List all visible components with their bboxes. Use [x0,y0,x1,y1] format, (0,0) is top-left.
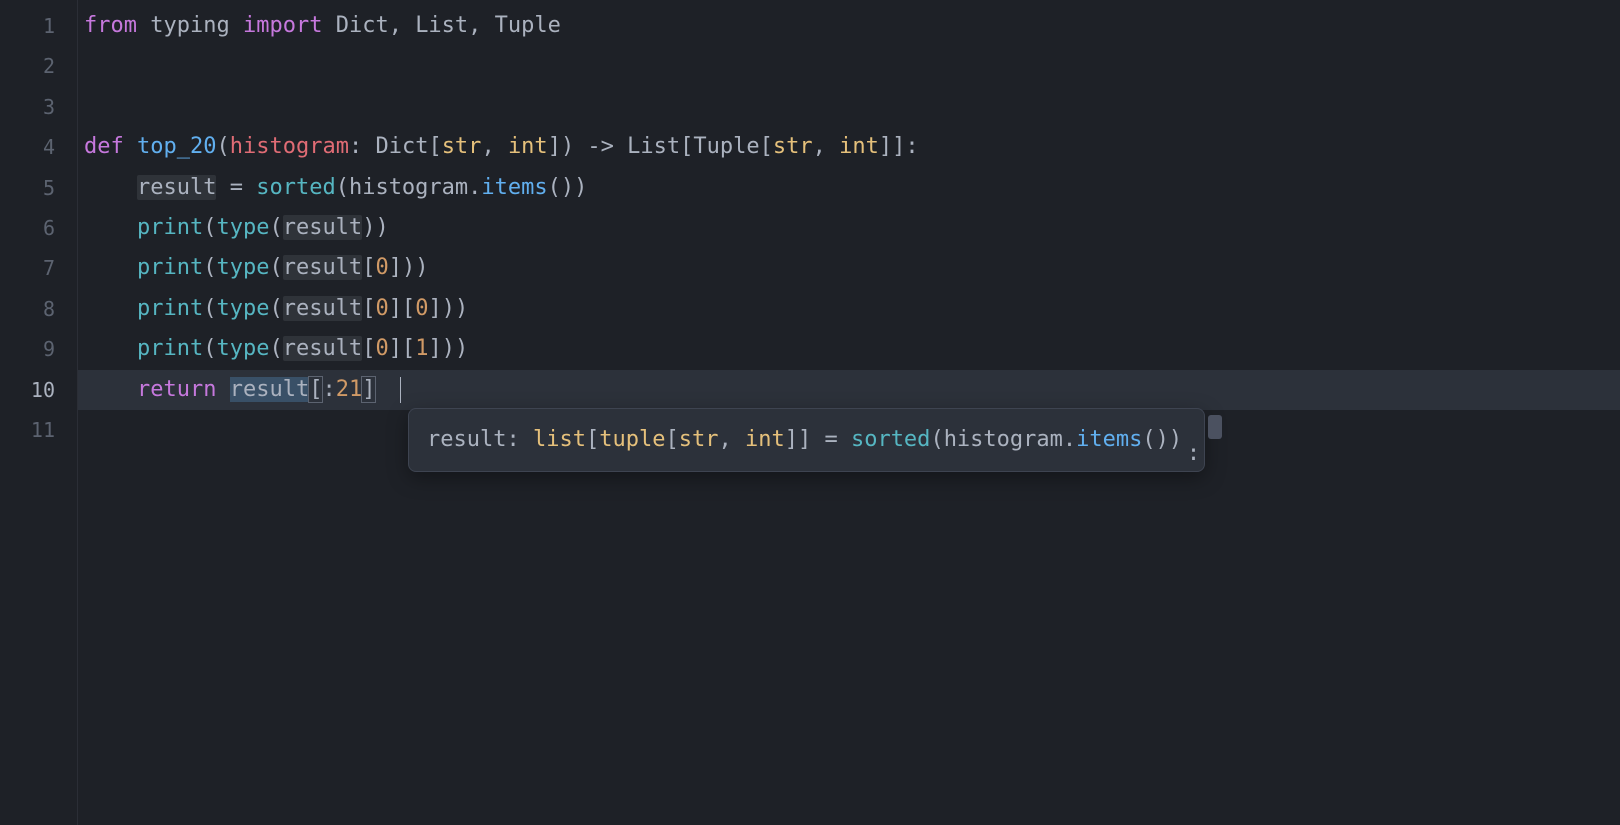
builtin: type [216,296,269,321]
tooltip-var: result [427,427,506,452]
line-number-gutter: 1 2 3 4 5 6 7 8 9 10 11 [0,0,78,825]
line-number: 2 [0,46,77,86]
keyword-return: return [137,377,216,402]
keyword-def: def [84,134,124,159]
code-line[interactable]: print(type(result[0][0])) [78,289,1620,329]
punct: , [468,13,495,38]
tooltip-scroll-thumb[interactable] [1208,415,1222,439]
type: Tuple [693,134,759,159]
method: items [481,175,547,200]
variable: result [137,175,216,200]
number: 0 [375,296,388,321]
builtin: sorted [256,175,335,200]
variable: result [283,215,362,240]
line-number: 6 [0,208,77,248]
number: 0 [375,255,388,280]
variable: result [283,255,362,280]
tooltip-type: str [679,427,719,452]
builtin: print [137,296,203,321]
code-line[interactable] [78,87,1620,127]
code-line[interactable]: result = sorted(histogram.items()) [78,168,1620,208]
type: Dict [375,134,428,159]
variable: result [283,296,362,321]
builtin: print [137,336,203,361]
module-name: typing [150,13,229,38]
line-number-label: 10 [31,378,55,402]
line-number: 1 [0,6,77,46]
import-name: Dict [336,13,389,38]
punct: , [389,13,416,38]
line-number: 8 [0,289,77,329]
code-line[interactable]: from typing import Dict, List, Tuple [78,6,1620,46]
type: List [627,134,680,159]
tooltip-overflow-indicator: : [1187,437,1200,471]
code-line[interactable]: print(type(result[0][1])) [78,329,1620,369]
code-line[interactable]: print(type(result[0])) [78,248,1620,288]
type: str [773,134,813,159]
builtin: print [137,255,203,280]
code-line[interactable] [78,46,1620,86]
tooltip-type: int [745,427,785,452]
variable: result [283,336,362,361]
line-number: 3 [0,87,77,127]
keyword-from: from [84,13,137,38]
number: 0 [375,336,388,361]
tooltip-type: tuple [599,427,665,452]
variable: histogram [349,175,468,200]
line-number: 7 [0,248,77,288]
parameter: histogram [230,134,349,159]
type: int [839,134,879,159]
code-line-active[interactable]: return result[:21] [78,370,1620,410]
builtin: type [216,215,269,240]
line-number: 4 [0,127,77,167]
builtin: type [216,255,269,280]
text-cursor [400,377,401,403]
builtin: print [137,215,203,240]
number: 21 [336,377,363,402]
number: 1 [415,336,428,361]
tooltip-builtin: sorted [851,427,930,452]
number: 0 [415,296,428,321]
builtin: type [216,336,269,361]
code-line[interactable]: print(type(result)) [78,208,1620,248]
code-editor[interactable]: 1 2 3 4 5 6 7 8 9 10 11 from typing impo… [0,0,1620,825]
tooltip-var: histogram [944,427,1063,452]
type: int [508,134,548,159]
code-line[interactable]: def top_20(histogram: Dict[str, int]) ->… [78,127,1620,167]
line-number: 11 [0,410,77,450]
line-number: 9 [0,329,77,369]
type: str [442,134,482,159]
variable: result [230,377,309,402]
type-hint-tooltip: result: list[tuple[str, int]] = sorted(h… [408,408,1205,472]
function-name: top_20 [137,134,216,159]
keyword-import: import [243,13,322,38]
import-name: List [415,13,468,38]
tooltip-type: list [533,427,586,452]
code-area[interactable]: from typing import Dict, List, Tuple def… [78,0,1620,825]
import-name: Tuple [495,13,561,38]
line-number: 10 [0,370,77,410]
tooltip-method: items [1076,427,1142,452]
line-number: 5 [0,168,77,208]
